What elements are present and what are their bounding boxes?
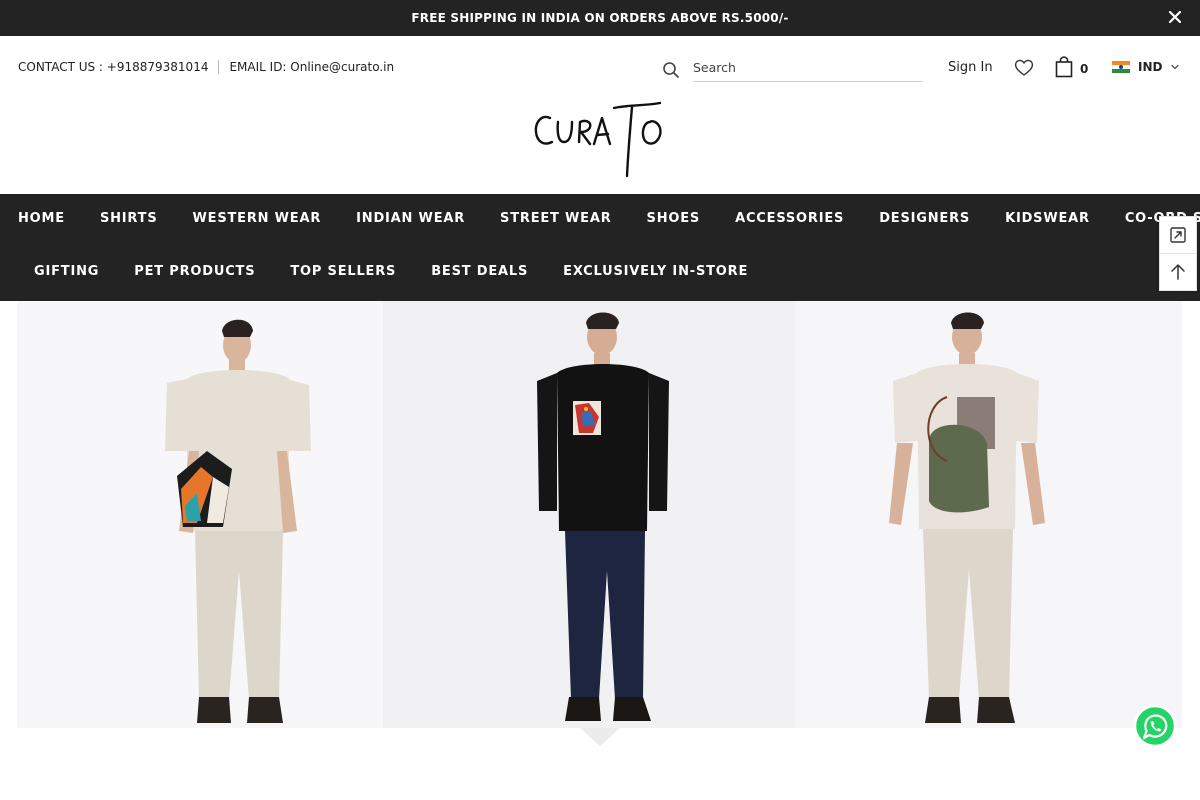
search-icon[interactable]	[662, 61, 680, 79]
arrow-up-icon	[1171, 263, 1185, 280]
nav-item-top-sellers[interactable]: TOP SELLERS	[290, 264, 396, 279]
back-to-top-button[interactable]	[1160, 253, 1196, 289]
nav-item-western-wear[interactable]: WESTERN WEAR	[193, 211, 322, 226]
curato-logo[interactable]	[532, 100, 668, 180]
close-icon[interactable]	[1166, 8, 1184, 26]
nav-item-designers[interactable]: DESIGNERS	[879, 211, 970, 226]
heart-icon[interactable]	[1014, 58, 1034, 78]
nav-item-street-wear[interactable]: STREET WEAR	[500, 211, 612, 226]
contact-phone[interactable]: CONTACT US : +918879381014	[18, 60, 208, 74]
compare-button[interactable]	[1160, 217, 1196, 253]
nav-item-shirts[interactable]: SHIRTS	[100, 211, 158, 226]
chevron-down-icon	[1171, 64, 1180, 70]
announcement-bar: FREE SHIPPING IN INDIA ON ORDERS ABOVE R…	[0, 0, 1200, 36]
main-navigation: HOME SHIRTS WESTERN WEAR INDIAN WEAR STR…	[0, 194, 1200, 301]
hero-caret	[580, 728, 620, 746]
hero-banner[interactable]	[17, 301, 1182, 728]
india-flag-icon	[1112, 61, 1130, 73]
side-tools	[1159, 216, 1197, 291]
currency-label: IND	[1138, 60, 1163, 74]
shopping-bag-icon[interactable]	[1054, 56, 1074, 78]
nav-item-exclusively-in-store[interactable]: EXCLUSIVELY IN-STORE	[563, 264, 748, 279]
sign-in-link[interactable]: Sign In	[948, 60, 993, 75]
search-input[interactable]	[693, 58, 923, 82]
cart-count: 0	[1080, 62, 1089, 76]
nav-row-primary: HOME SHIRTS WESTERN WEAR INDIAN WEAR STR…	[18, 211, 1200, 226]
nav-item-shoes[interactable]: SHOES	[647, 211, 701, 226]
nav-item-pet-products[interactable]: PET PRODUCTS	[134, 264, 255, 279]
nav-item-best-deals[interactable]: BEST DEALS	[431, 264, 528, 279]
nav-item-indian-wear[interactable]: INDIAN WEAR	[356, 211, 465, 226]
compare-icon	[1170, 227, 1186, 243]
contact-email[interactable]: EMAIL ID: Online@curato.in	[229, 60, 394, 74]
search-bar	[662, 58, 924, 82]
currency-selector[interactable]: IND	[1112, 60, 1180, 74]
nav-row-secondary: GIFTING PET PRODUCTS TOP SELLERS BEST DE…	[34, 264, 748, 279]
announcement-text: FREE SHIPPING IN INDIA ON ORDERS ABOVE R…	[411, 11, 789, 25]
whatsapp-icon[interactable]	[1133, 704, 1177, 748]
contact-info: CONTACT US : +918879381014 EMAIL ID: Onl…	[18, 60, 394, 74]
nav-item-gifting[interactable]: GIFTING	[34, 264, 99, 279]
nav-item-kidswear[interactable]: KIDSWEAR	[1005, 211, 1090, 226]
nav-item-accessories[interactable]: ACCESSORIES	[735, 211, 844, 226]
nav-item-home[interactable]: HOME	[18, 211, 65, 226]
contact-divider	[218, 60, 220, 74]
